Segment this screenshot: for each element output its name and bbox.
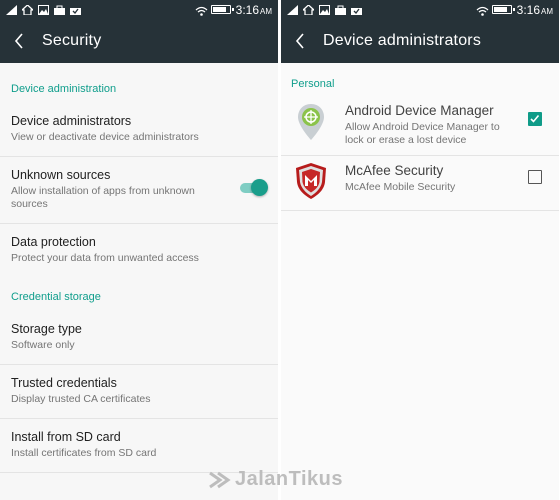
section-header-device-administration: Device administration	[11, 83, 117, 95]
signal-icon	[287, 4, 298, 15]
admin-checkbox-mcafee-security[interactable]	[528, 170, 542, 184]
app-bar: Device administrators	[281, 19, 559, 63]
chevron-left-icon	[295, 33, 304, 49]
back-button[interactable]	[0, 19, 38, 63]
setting-subtitle: Install certificates from SD card	[11, 447, 157, 459]
setting-subtitle: View or deactivate device administrators	[11, 131, 199, 143]
bag-icon	[54, 5, 65, 15]
setting-title: Trusted credentials	[11, 376, 117, 390]
setting-storage-type[interactable]: Storage type Software only	[0, 311, 278, 365]
setting-title: Data protection	[11, 235, 96, 249]
section-header-credential-storage: Credential storage	[11, 291, 101, 303]
setting-unknown-sources[interactable]: Unknown sources Allow installation of ap…	[0, 157, 278, 224]
setting-title: Unknown sources	[11, 168, 111, 182]
status-time: 3:16	[516, 2, 540, 17]
bag-check-icon	[70, 5, 81, 15]
mcafee-shield-icon	[291, 162, 331, 202]
setting-title: Install from SD card	[11, 430, 121, 444]
wifi-icon	[195, 5, 208, 16]
watermark-text: JalanTikus	[235, 468, 344, 490]
setting-title: Device administrators	[11, 114, 132, 128]
setting-subtitle: Display trusted CA certificates	[11, 393, 151, 405]
watermark: JalanTikus	[208, 468, 343, 491]
battery-icon	[491, 5, 515, 14]
setting-subtitle: Software only	[11, 339, 75, 351]
section-header-personal: Personal	[291, 78, 335, 90]
page-title: Security	[42, 32, 102, 49]
setting-subtitle: Protect your data from unwanted access	[11, 252, 199, 264]
back-button[interactable]	[281, 19, 319, 63]
setting-data-protection[interactable]: Data protection Protect your data from u…	[0, 224, 278, 277]
check-icon	[530, 114, 540, 123]
security-screen: 3:16AM Security Device administration De…	[0, 0, 278, 500]
status-bar: 3:16AM	[0, 0, 278, 19]
android-device-manager-icon	[291, 102, 331, 142]
battery-icon	[210, 5, 234, 14]
wifi-icon	[476, 5, 489, 16]
battery-fill	[493, 7, 507, 12]
admin-title: Android Device Manager	[345, 103, 494, 118]
setting-install-from-sd-card[interactable]: Install from SD card Install certificate…	[0, 419, 278, 473]
bag-check-icon	[351, 5, 362, 15]
admin-subtitle: Allow Android Device Manager to lock or …	[345, 121, 500, 146]
bag-icon	[335, 5, 346, 15]
signal-icon	[6, 4, 17, 15]
setting-subtitle: Allow installation of apps from unknown …	[11, 185, 195, 210]
admin-mcafee-security[interactable]: McAfee Security McAfee Mobile Security	[281, 156, 559, 211]
chevron-left-icon	[14, 33, 23, 49]
admin-checkbox-android-device-manager[interactable]	[528, 112, 542, 126]
battery-fill	[212, 7, 226, 12]
setting-device-administrators[interactable]: Device administrators View or deactivate…	[0, 103, 278, 157]
home-icon	[20, 3, 35, 16]
setting-trusted-credentials[interactable]: Trusted credentials Display trusted CA c…	[0, 365, 278, 419]
setting-title: Storage type	[11, 322, 82, 336]
status-ampm: AM	[541, 6, 553, 16]
image-icon	[319, 4, 330, 15]
app-bar: Security	[0, 19, 278, 63]
admin-android-device-manager[interactable]: Android Device Manager Allow Android Dev…	[281, 96, 559, 156]
page-title: Device administrators	[323, 32, 482, 49]
home-icon	[301, 3, 316, 16]
image-icon	[38, 4, 49, 15]
unknown-sources-toggle[interactable]	[240, 179, 268, 196]
admin-subtitle: McAfee Mobile Security	[345, 181, 456, 193]
toggle-knob	[251, 179, 268, 196]
status-bar: 3:16AM	[281, 0, 559, 19]
status-ampm: AM	[260, 6, 272, 16]
watermark-logo-icon	[209, 471, 231, 488]
device-administrators-screen: 3:16AM Device administrators Personal An…	[281, 0, 559, 500]
admin-title: McAfee Security	[345, 163, 444, 178]
status-time: 3:16	[235, 2, 259, 17]
